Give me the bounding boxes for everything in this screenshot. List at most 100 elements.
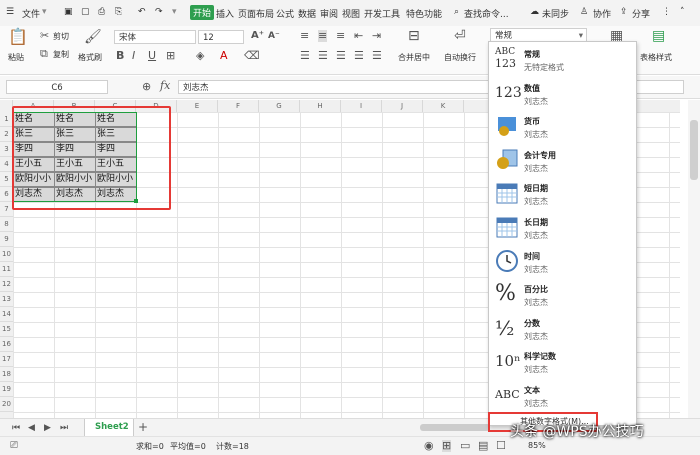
scroll-thumb[interactable]: [690, 120, 698, 180]
fill-color-icon[interactable]: ◈: [196, 50, 204, 62]
italic-icon[interactable]: I: [132, 50, 135, 62]
format-option[interactable]: ABC 文本 刘志杰: [489, 380, 636, 413]
align-top-icon[interactable]: ≡: [300, 30, 309, 42]
row-header[interactable]: 14: [0, 307, 13, 322]
page-break-icon[interactable]: ▤: [478, 440, 488, 452]
prev-sheet-icon[interactable]: ◀: [28, 422, 35, 434]
distribute-icon[interactable]: ☰: [372, 50, 382, 62]
read-mode-icon[interactable]: ☐: [496, 440, 506, 452]
open-icon[interactable]: ▢: [81, 7, 90, 17]
row-header[interactable]: 8: [0, 217, 13, 232]
tab-formula[interactable]: 公式: [276, 7, 294, 20]
format-option[interactable]: 短日期 刘志杰: [489, 178, 636, 211]
row-header[interactable]: 17: [0, 352, 13, 367]
name-box[interactable]: C6: [6, 80, 108, 94]
row-header[interactable]: 12: [0, 277, 13, 292]
collab-button[interactable]: 协作: [593, 7, 611, 20]
cut-icon[interactable]: ✂: [40, 30, 49, 42]
tab-kai[interactable]: 开始: [190, 5, 215, 20]
font-color-icon[interactable]: A: [220, 50, 228, 62]
copy-button[interactable]: 复制: [53, 49, 69, 60]
merge-center-icon[interactable]: ⊟: [408, 29, 420, 43]
tab-developer[interactable]: 开发工具: [364, 7, 400, 20]
save-icon[interactable]: ▣: [64, 7, 73, 17]
fx-icon[interactable]: fx: [160, 80, 170, 92]
print-icon[interactable]: ⎘: [115, 7, 122, 17]
tab-insert[interactable]: 插入: [216, 7, 234, 20]
align-left-icon[interactable]: ☰: [300, 50, 310, 62]
column-header[interactable]: J: [382, 100, 423, 112]
cut-button[interactable]: 剪切: [53, 31, 69, 42]
hamburger-icon[interactable]: ☰: [6, 7, 14, 17]
format-option[interactable]: % 百分比 刘志杰: [489, 279, 636, 312]
wrap-text-icon[interactable]: ⏎: [454, 29, 466, 43]
underline-icon[interactable]: U: [148, 50, 156, 62]
format-option[interactable]: 123 数值 刘志杰: [489, 78, 636, 111]
chevron-down-icon[interactable]: ▾: [42, 7, 47, 17]
row-header[interactable]: 11: [0, 262, 13, 277]
clear-format-icon[interactable]: ⌫: [244, 50, 260, 62]
sheet-tab-active[interactable]: Sheet2: [84, 419, 134, 436]
search-command[interactable]: 查找命令...: [464, 7, 509, 20]
table-style-button[interactable]: 表格样式: [640, 52, 672, 63]
format-painter-button[interactable]: 格式刷: [78, 52, 102, 63]
paste-button[interactable]: 粘贴: [8, 52, 24, 63]
row-header[interactable]: 10: [0, 247, 13, 262]
normal-view-icon[interactable]: ⊞: [442, 440, 452, 452]
page-layout-icon[interactable]: ▭: [460, 440, 470, 452]
column-header[interactable]: F: [218, 100, 259, 112]
tab-review[interactable]: 审阅: [320, 7, 338, 20]
column-header[interactable]: I: [341, 100, 382, 112]
tab-page-layout[interactable]: 页面布局: [238, 7, 274, 20]
last-sheet-icon[interactable]: ⏭: [60, 422, 68, 434]
row-header[interactable]: 13: [0, 292, 13, 307]
copy-icon[interactable]: ⧉: [40, 48, 48, 60]
indent-decrease-icon[interactable]: ⇤: [354, 30, 363, 42]
tab-view[interactable]: 视图: [342, 7, 360, 20]
share-button[interactable]: 分享: [632, 7, 650, 20]
bold-icon[interactable]: B: [116, 50, 124, 62]
format-option[interactable]: 会计专用 刘志杰: [489, 145, 636, 178]
collapse-icon[interactable]: ˄: [680, 7, 685, 17]
zoom-level[interactable]: 85%: [528, 441, 546, 450]
tab-data[interactable]: 数据: [298, 7, 316, 20]
format-option[interactable]: 长日期 刘志杰: [489, 212, 636, 245]
format-option[interactable]: 货币 刘志杰: [489, 111, 636, 144]
eye-icon[interactable]: ◉: [424, 440, 434, 452]
align-right-icon[interactable]: ☰: [336, 50, 346, 62]
row-header[interactable]: 16: [0, 337, 13, 352]
align-bottom-icon[interactable]: ≡: [336, 30, 345, 42]
next-sheet-icon[interactable]: ▶: [44, 422, 51, 434]
font-name-select[interactable]: 宋体: [114, 30, 196, 44]
align-middle-icon[interactable]: ≡: [318, 30, 328, 42]
file-menu[interactable]: 文件: [22, 7, 40, 20]
column-header[interactable]: K: [423, 100, 464, 112]
undo-icon[interactable]: ↶: [138, 7, 146, 17]
chevron-down-icon[interactable]: ▾: [172, 7, 177, 17]
number-format-select[interactable]: 常规 ▾: [490, 28, 587, 42]
format-option[interactable]: ½ 分数 刘志杰: [489, 313, 636, 346]
font-grow-icon[interactable]: A⁺: [251, 30, 264, 42]
column-header[interactable]: H: [300, 100, 341, 112]
redo-icon[interactable]: ↷: [155, 7, 163, 17]
first-sheet-icon[interactable]: ⏮: [12, 422, 20, 434]
row-header[interactable]: 19: [0, 382, 13, 397]
row-header[interactable]: 15: [0, 322, 13, 337]
add-sheet-icon[interactable]: +: [138, 421, 148, 433]
row-header[interactable]: 20: [0, 397, 13, 412]
indent-increase-icon[interactable]: ⇥: [372, 30, 381, 42]
merge-center-button[interactable]: 合并居中: [398, 52, 430, 63]
more-icon[interactable]: ⋮: [662, 7, 671, 17]
format-painter-icon[interactable]: 🖌: [84, 30, 102, 44]
row-header[interactable]: 9: [0, 232, 13, 247]
vertical-scrollbar[interactable]: [688, 100, 700, 418]
print-preview-icon[interactable]: ⎙: [98, 7, 105, 17]
format-option[interactable]: ABC 123 常规 无特定格式: [489, 44, 636, 77]
format-option[interactable]: 10ⁿ 科学记数 刘志杰: [489, 346, 636, 379]
row-header[interactable]: 18: [0, 367, 13, 382]
border-icon[interactable]: ⊞: [166, 50, 175, 62]
wrap-text-button[interactable]: 自动换行: [444, 52, 476, 63]
format-option[interactable]: 时间 刘志杰: [489, 246, 636, 279]
sync-status[interactable]: 未同步: [542, 7, 569, 20]
macro-icon[interactable]: ⎚: [10, 440, 18, 452]
